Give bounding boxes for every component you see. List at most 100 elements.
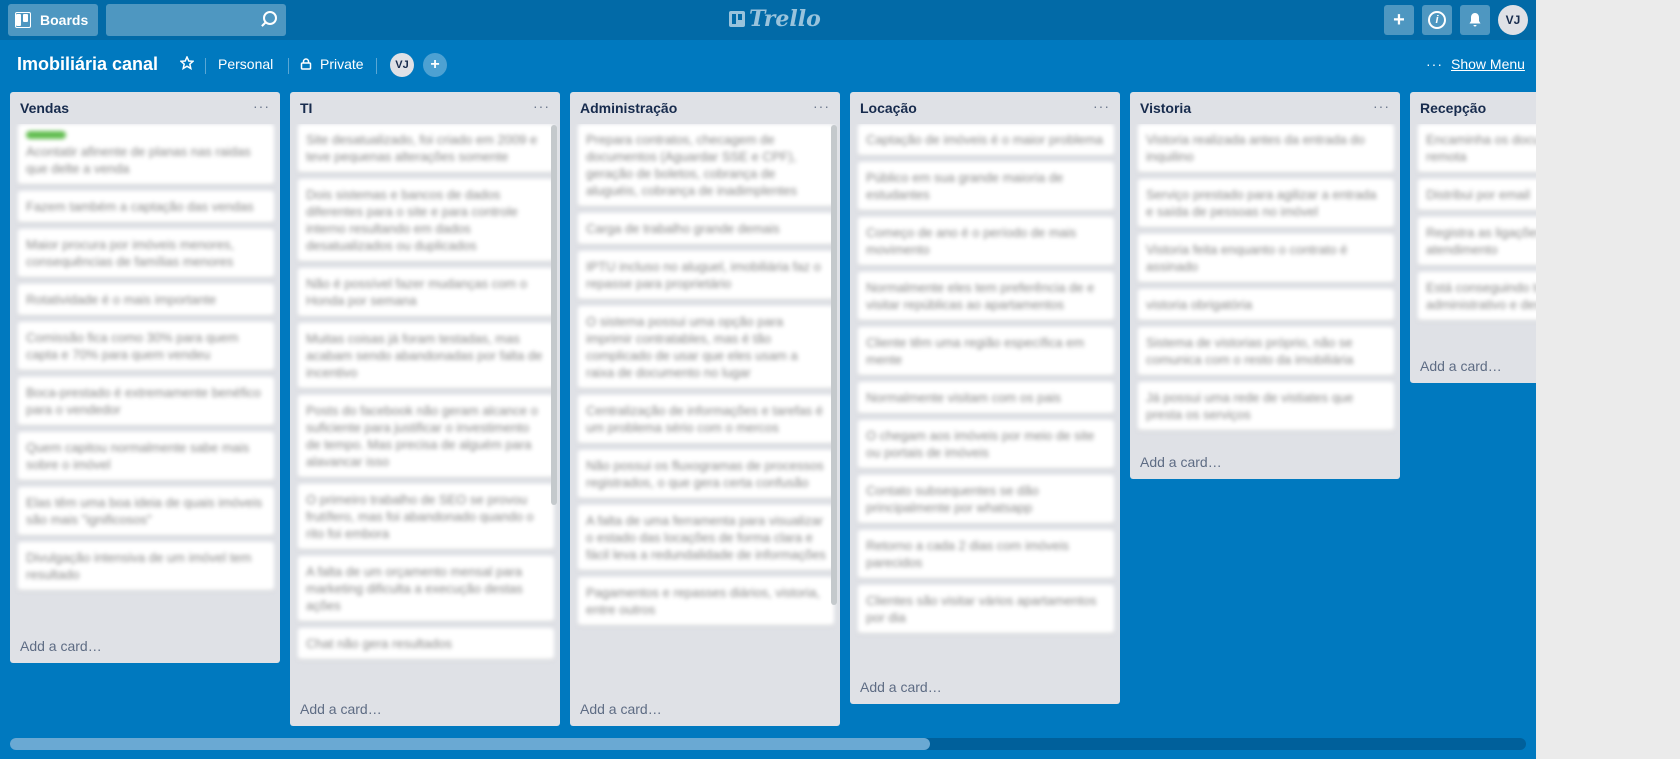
list-vistoria: Vistoria ··· Vistoria realizada antes da… [1130,92,1400,479]
card[interactable]: Normalmente eles tem preferência de e vi… [858,272,1114,320]
card[interactable]: A falta de um orçamento mensal para mark… [298,556,554,621]
list-menu-icon[interactable]: ··· [533,98,550,114]
card[interactable]: Público em sua grande maioria de estudan… [858,162,1114,210]
card[interactable]: Centralização de informações e tarefas é… [578,395,834,443]
card[interactable]: O primeiro trabalho de SEO se provou fru… [298,484,554,549]
card[interactable]: Site desatualizado, foi criado em 2009 e… [298,124,554,172]
star-button[interactable] [180,56,194,70]
card[interactable]: A falta de uma ferramenta para visualiza… [578,505,834,570]
search-input[interactable] [106,4,286,36]
list-cards: Acontatir afinente de planas nas raidas … [10,124,280,629]
card[interactable]: Contato subsequentes se dão principalmen… [858,475,1114,523]
card[interactable]: Acontatir afinente de planas nas raidas … [18,124,274,184]
card[interactable]: Registra as ligações e visitas de atendi… [1418,217,1536,265]
list-title[interactable]: Vendas [20,100,69,116]
add-card-button[interactable]: Add a card… [1130,445,1400,479]
card[interactable]: Captação de imóveis é o maior problema [858,124,1114,155]
list-title[interactable]: Vistoria [1140,100,1191,116]
card[interactable]: Maior procura por imóveis menores, conse… [18,229,274,277]
list-title[interactable]: TI [300,100,312,116]
list-recepcao: Recepção ··· Encaminha os documentos de … [1410,92,1536,383]
list-menu-icon[interactable]: ··· [1373,98,1390,114]
card[interactable]: Clientes são visitar vários apartamentos… [858,585,1114,633]
search-icon[interactable] [263,11,277,25]
user-avatar[interactable]: VJ [1498,5,1528,35]
trello-app: Boards Trello + i VJ Imobiliária canal P… [0,0,1536,759]
card[interactable]: Boca-prestado é extremamente benéfico pa… [18,377,274,425]
card[interactable]: Cliente têm uma região específica em men… [858,327,1114,375]
card[interactable]: Sistema de vistorias próprio, não se com… [1138,327,1394,375]
trello-logo[interactable]: Trello [729,6,821,32]
card[interactable]: vistoria obrigatória [1138,289,1394,320]
personal-label: Personal [218,56,274,72]
list-cards: Captação de imóveis é o maior problema P… [850,124,1120,670]
trello-logo-text: Trello [749,6,821,32]
trello-logo-icon [729,11,745,27]
card-text: Acontatir afinente de planas nas raidas … [26,144,251,176]
boards-button[interactable]: Boards [8,4,98,36]
card[interactable]: Quem capitou normalmente sabe mais sobre… [18,432,274,480]
list-scrollbar[interactable] [831,125,837,605]
card[interactable]: Normalmente visitam com os pais [858,382,1114,413]
card[interactable]: Comissão fica como 30% para quem capta e… [18,322,274,370]
bell-icon [1469,13,1481,27]
card[interactable]: O chegam aos imóveis por meio de site ou… [858,420,1114,468]
card[interactable]: Já possui uma rede de vistiates que pres… [1138,382,1394,430]
show-menu-label: Show Menu [1451,56,1525,72]
list-scrollbar[interactable] [551,125,557,505]
add-card-button[interactable]: Add a card… [1410,349,1536,383]
add-card-button[interactable]: Add a card… [10,629,280,663]
member-avatar[interactable]: VJ [390,53,414,77]
card[interactable]: Chat não gera resultados [298,628,554,659]
card[interactable]: Encaminha os documentos de locação-remot… [1418,124,1536,172]
card[interactable]: Posts do facebook não geram alcance o su… [298,395,554,477]
show-menu-button[interactable]: ··· Show Menu [1426,56,1525,72]
card[interactable]: Elas têm uma boa ideia de quais imóveis … [18,487,274,535]
list-title[interactable]: Locação [860,100,917,116]
card[interactable]: Não possui os fluxogramas de processos r… [578,450,834,498]
visibility-button[interactable]: Private [300,56,364,72]
list-vendas: Vendas ··· Acontatir afinente de planas … [10,92,280,663]
list-menu-icon[interactable]: ··· [813,98,830,114]
personal-button[interactable]: Personal [218,56,273,72]
card[interactable]: Distribui por email [1418,179,1536,210]
card[interactable]: Rotatividade é o mais importante [18,284,274,315]
card[interactable]: O sistema possui uma opção para imprimir… [578,306,834,388]
info-button[interactable]: i [1422,5,1452,35]
card[interactable]: Serviço prestado para agilizar a entrada… [1138,179,1394,227]
card[interactable]: Vistoria realizada antes da entrada do i… [1138,124,1394,172]
card[interactable]: Carga de trabalho grande demais [578,213,834,244]
invite-member-button[interactable]: + [423,53,447,77]
card[interactable]: Retorno a cada 2 dias com imóveis pareci… [858,530,1114,578]
card[interactable]: Vistoria feita enquanto o contrato é ass… [1138,234,1394,282]
list-menu-icon[interactable]: ··· [253,98,270,114]
list-title[interactable]: Administração [580,100,677,116]
list-menu-icon[interactable]: ··· [1093,98,1110,114]
horizontal-scrollbar-thumb[interactable] [10,738,930,750]
card[interactable]: Pagamentos e repasses diários, vistoria,… [578,577,834,625]
card[interactable]: Fazem também a captação das vendas [18,191,274,222]
header-divider [205,58,206,74]
list-header: Locação ··· [850,92,1120,124]
plus-icon: + [1393,8,1405,31]
add-card-button[interactable]: Add a card… [850,670,1120,704]
card[interactable]: Dois sistemas e bancos de dados diferent… [298,179,554,261]
list-title[interactable]: Recepção [1420,100,1486,116]
card[interactable]: Divulgação intensiva de um imóvel tem re… [18,542,274,590]
add-card-button[interactable]: Add a card… [290,692,560,726]
add-card-button[interactable]: Add a card… [570,692,840,726]
card[interactable]: Começo de ano é o período de mais movime… [858,217,1114,265]
header-divider [288,58,289,74]
green-label [26,131,66,139]
list-header: Vendas ··· [10,92,280,124]
board-lists: Vendas ··· Acontatir afinente de planas … [0,92,1536,732]
notifications-button[interactable] [1460,5,1490,35]
card[interactable]: Muitas coisas já foram testadas, mas aca… [298,323,554,388]
create-button[interactable]: + [1384,5,1414,35]
card[interactable]: Não é possível fazer mudanças com o Hond… [298,268,554,316]
card[interactable]: IPTU incluso no aluguel, imobiliária faz… [578,251,834,299]
list-cards: Site desatualizado, foi criado em 2009 e… [290,124,560,692]
board-title[interactable]: Imobiliária canal [17,54,158,75]
card[interactable]: Está conseguindo trabalho do administrat… [1418,272,1536,320]
card[interactable]: Prepara contratos, checagem de documento… [578,124,834,206]
